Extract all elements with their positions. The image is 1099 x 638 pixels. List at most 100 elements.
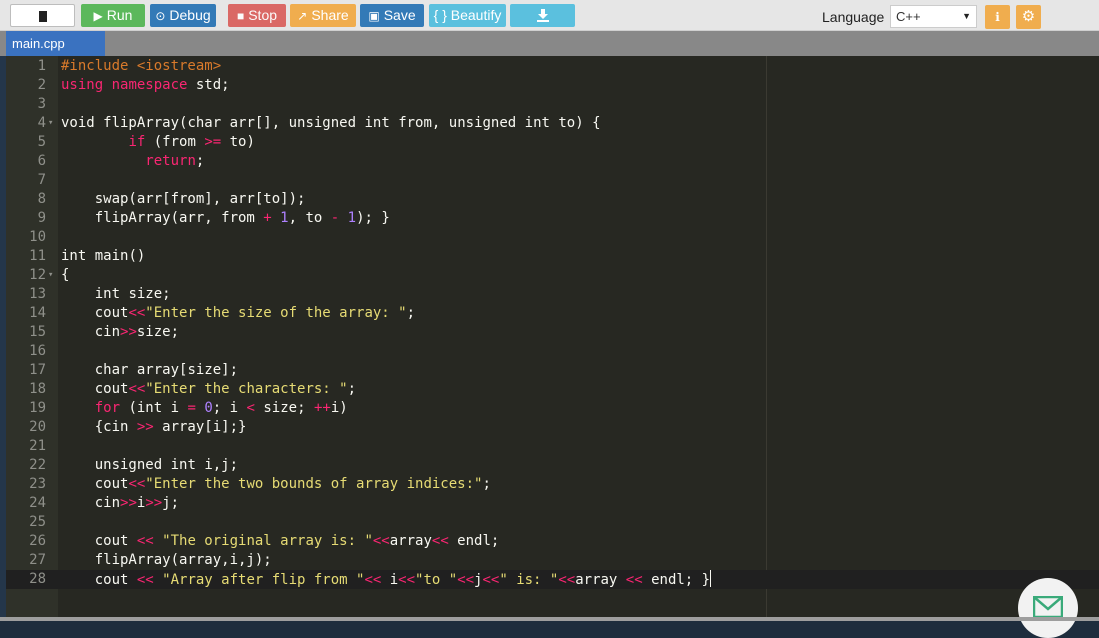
code-line[interactable]: 9 flipArray(arr, from + 1, to - 1); }: [6, 209, 1099, 228]
line-number: 1: [37, 58, 46, 74]
save-button[interactable]: ▣ Save: [360, 4, 424, 27]
play-icon: ▶: [93, 9, 103, 23]
code-line[interactable]: 26 cout << "The original array is: "<<ar…: [6, 532, 1099, 551]
text-cursor: [710, 570, 712, 587]
line-number: 12: [29, 267, 46, 283]
line-number: 21: [29, 438, 46, 454]
line-number: 9: [37, 210, 46, 226]
language-label: Language: [822, 9, 885, 25]
code-line[interactable]: 16: [6, 342, 1099, 361]
line-number: 17: [29, 362, 46, 378]
floppy-icon: ▣: [368, 9, 380, 23]
code-text: return;: [145, 153, 205, 169]
debug-button[interactable]: ⊙ Debug: [150, 4, 216, 27]
share-button[interactable]: ↗ Share: [290, 4, 356, 27]
code-line[interactable]: 24 cin>>i>>j;: [6, 494, 1099, 513]
code-text: int size;: [94, 286, 171, 302]
code-text: int main(): [61, 248, 146, 264]
line-number: 10: [29, 229, 46, 245]
line-number: 19: [29, 400, 46, 416]
code-text: if (from >= to): [128, 134, 255, 150]
code-line[interactable]: 8 swap(arr[from], arr[to]);: [6, 190, 1099, 209]
download-icon: [536, 9, 549, 22]
stop-icon: ■: [236, 9, 245, 23]
toolbar: ▶ Run ⊙ Debug ■ Stop ↗ Share ▣ Save { } Beaut…: [0, 0, 1099, 31]
line-number: 14: [29, 305, 46, 321]
code-editor[interactable]: 1 #include <iostream> 2 using namespace std…: [6, 56, 1099, 621]
horizontal-scrollbar[interactable]: [0, 617, 1099, 621]
new-file-button[interactable]: [10, 4, 75, 27]
line-number: 7: [37, 172, 46, 188]
debug-label: Debug: [169, 7, 211, 23]
settings-button[interactable]: ⚙: [1016, 5, 1041, 29]
line-number: 22: [29, 457, 46, 473]
code-text: swap(arr[from], arr[to]);: [61, 191, 306, 207]
code-line[interactable]: 12 ▾ {: [6, 266, 1099, 285]
download-button[interactable]: [510, 4, 575, 27]
tab-main-cpp[interactable]: main.cpp: [6, 31, 105, 56]
code-line[interactable]: 20 {cin >> array[i];}: [6, 418, 1099, 437]
code-line[interactable]: 23 cout<<"Enter the two bounds of array …: [6, 475, 1099, 494]
language-select[interactable]: C++ ▼: [890, 5, 977, 28]
code-text: unsigned int i,j;: [94, 457, 239, 473]
line-number: 8: [37, 191, 46, 207]
code-line[interactable]: 4 ▾ void flipArray(char arr[], unsigned in…: [6, 114, 1099, 133]
code-line[interactable]: 21: [6, 437, 1099, 456]
run-button[interactable]: ▶ Run: [81, 4, 145, 27]
code-text: cout<<"Enter the characters: ";: [61, 381, 357, 397]
share-label: Share: [311, 7, 349, 23]
line-number: 27: [29, 552, 46, 568]
code-text: cout<<"Enter the size of the array: ";: [61, 305, 416, 321]
code-text: void flipArray(char arr[], unsigned int …: [61, 115, 601, 131]
code-line[interactable]: 5 if (from >= to): [6, 133, 1099, 152]
code-line[interactable]: 15 cin>>size;: [6, 323, 1099, 342]
code-line[interactable]: 10: [6, 228, 1099, 247]
feedback-button[interactable]: [1018, 578, 1078, 638]
line-number: 28: [29, 571, 46, 587]
gear-icon: ⚙: [1021, 8, 1036, 25]
code-line[interactable]: 18 cout<<"Enter the characters: ";: [6, 380, 1099, 399]
code-text: flipArray(array,i,j);: [61, 552, 272, 568]
code-line[interactable]: 28 cout << "Array after flip from "<< i<…: [6, 570, 1099, 589]
fold-arrow-icon[interactable]: ▾: [48, 114, 53, 133]
code-text: {cin >> array[i];}: [61, 419, 247, 435]
info-icon: ℹ: [995, 10, 1000, 24]
beautify-button[interactable]: { } Beautify: [429, 4, 506, 27]
fold-arrow-icon[interactable]: ▾: [48, 266, 53, 285]
code-text: {: [61, 267, 70, 283]
code-line[interactable]: 3: [6, 95, 1099, 114]
chevron-down-icon: ▼: [962, 11, 971, 21]
stop-button[interactable]: ■ Stop: [228, 4, 286, 27]
line-number: 25: [29, 514, 46, 530]
code-line[interactable]: 14 cout<<"Enter the size of the array: "…: [6, 304, 1099, 323]
code-line[interactable]: 11 int main(): [6, 247, 1099, 266]
code-line[interactable]: 2 using namespace std;: [6, 76, 1099, 95]
code-text: flipArray(arr, from + 1, to - 1); }: [61, 210, 390, 226]
line-number: 6: [37, 153, 46, 169]
code-line[interactable]: 6 return;: [6, 152, 1099, 171]
code-text: using namespace std;: [61, 77, 230, 93]
line-number: 26: [29, 533, 46, 549]
code-line[interactable]: 1 #include <iostream>: [6, 57, 1099, 76]
code-text: cout << "Array after flip from "<< i<<"t…: [61, 570, 712, 588]
code-line[interactable]: 22 unsigned int i,j;: [6, 456, 1099, 475]
language-value: C++: [896, 9, 921, 24]
code-line[interactable]: 25: [6, 513, 1099, 532]
line-number: 5: [37, 134, 46, 150]
beautify-label: { } Beautify: [433, 7, 502, 23]
line-number: 23: [29, 476, 46, 492]
code-line[interactable]: 19 for (int i = 0; i < size; ++i): [6, 399, 1099, 418]
line-number: 18: [29, 381, 46, 397]
code-text: cin>>i>>j;: [61, 495, 180, 511]
line-number: 13: [29, 286, 46, 302]
code-line[interactable]: 13 int size;: [6, 285, 1099, 304]
line-number: 15: [29, 324, 46, 340]
code-line[interactable]: 27 flipArray(array,i,j);: [6, 551, 1099, 570]
info-button[interactable]: ℹ: [985, 5, 1010, 29]
file-icon: [38, 11, 47, 22]
code-line[interactable]: 17 char array[size];: [6, 361, 1099, 380]
debug-icon: ⊙: [155, 9, 166, 23]
tab-bar: main.cpp: [0, 31, 1099, 56]
code-line[interactable]: 7: [6, 171, 1099, 190]
line-number: 11: [29, 248, 46, 264]
